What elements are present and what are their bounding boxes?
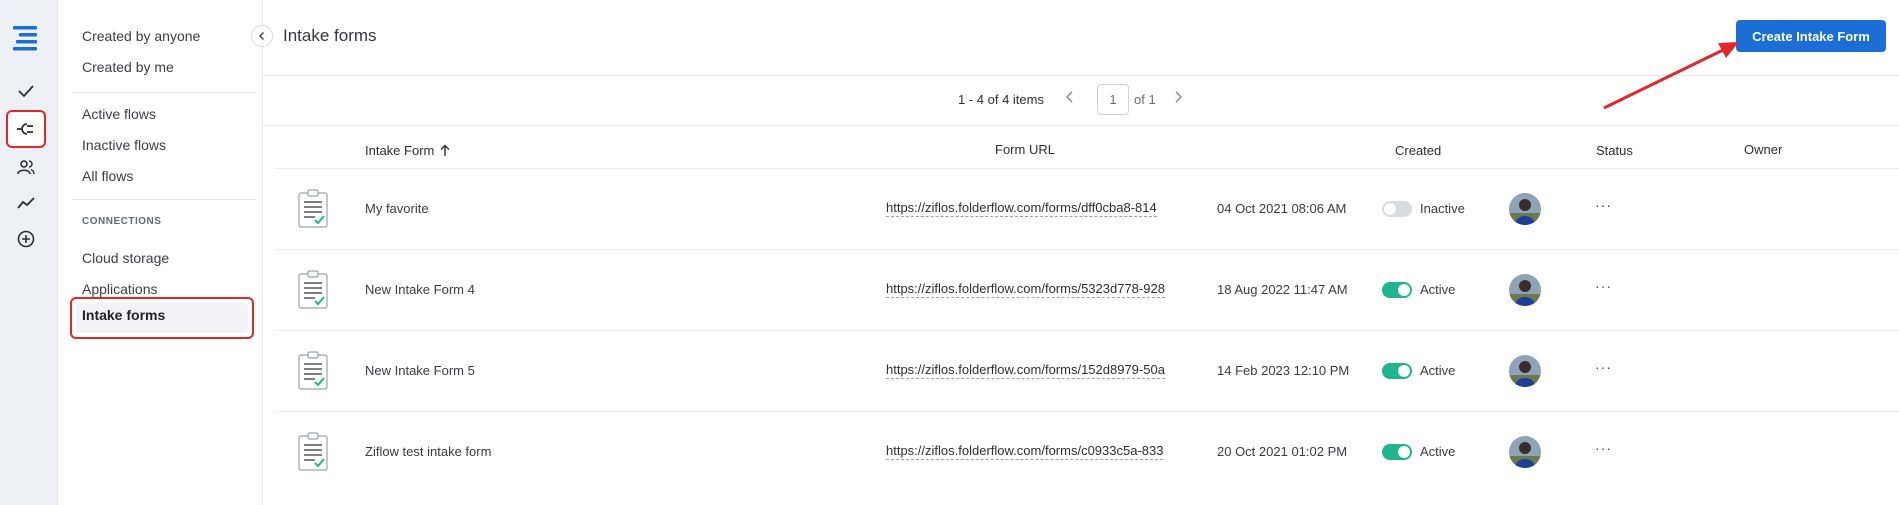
chevron-right-icon[interactable] xyxy=(1172,90,1184,109)
main-content: Intake forms Create Intake Form 1 - 4 of… xyxy=(263,0,1899,505)
clipboard-form-icon xyxy=(297,351,329,396)
nav-applications[interactable]: Applications xyxy=(82,281,158,297)
form-url-link[interactable]: https://ziflos.folderflow.com/forms/5323… xyxy=(886,281,1165,298)
clipboard-form-icon xyxy=(297,270,329,315)
chevron-left-icon[interactable] xyxy=(1064,90,1076,109)
owner-avatar[interactable] xyxy=(1509,436,1541,468)
nav-cloud-storage[interactable]: Cloud storage xyxy=(82,250,169,266)
owner-avatar[interactable] xyxy=(1509,355,1541,387)
column-header-status[interactable]: Status xyxy=(1596,143,1633,158)
toggle-knob xyxy=(1398,365,1410,377)
nav-inactive-flows[interactable]: Inactive flows xyxy=(82,137,166,153)
clipboard-form-icon xyxy=(297,189,329,234)
nav-all-flows[interactable]: All flows xyxy=(82,168,133,184)
menu-logo-icon[interactable] xyxy=(13,24,39,52)
icon-rail xyxy=(0,0,58,505)
toggle-knob xyxy=(1398,284,1410,296)
status-toggle[interactable] xyxy=(1382,201,1412,217)
nav-intake-forms[interactable]: Intake forms xyxy=(70,297,254,339)
more-actions-button[interactable]: ··· xyxy=(1595,359,1612,375)
sort-ascending-icon xyxy=(440,144,450,156)
create-intake-form-button[interactable]: Create Intake Form xyxy=(1736,20,1886,52)
pagination: 1 - 4 of 4 items 1 of 1 xyxy=(263,84,1899,115)
form-name[interactable]: New Intake Form 4 xyxy=(365,282,475,297)
form-url-link[interactable]: https://ziflos.folderflow.com/forms/dff0… xyxy=(886,200,1157,217)
column-header-owner[interactable]: Owner xyxy=(1744,142,1782,157)
page-title: Intake forms xyxy=(283,26,377,45)
page-number-input[interactable]: 1 xyxy=(1097,84,1129,115)
column-header-form-url[interactable]: Form URL xyxy=(995,142,1055,157)
plug-icon[interactable] xyxy=(6,110,46,148)
created-date: 20 Oct 2021 01:02 PM xyxy=(1217,444,1348,459)
table-row[interactable]: Ziflow test intake form https://ziflos.f… xyxy=(275,411,1899,492)
side-navigation: Created by anyone Created by me Active f… xyxy=(58,0,263,505)
status-label: Active xyxy=(1420,444,1456,459)
add-circle-icon[interactable] xyxy=(8,222,44,256)
users-icon[interactable] xyxy=(8,150,44,184)
status-label: Active xyxy=(1420,363,1456,378)
nav-active-flows[interactable]: Active flows xyxy=(82,106,156,122)
created-date: 04 Oct 2021 08:06 AM xyxy=(1217,201,1347,216)
owner-avatar[interactable] xyxy=(1509,274,1541,306)
created-date: 18 Aug 2022 11:47 AM xyxy=(1217,282,1348,297)
clipboard-form-icon xyxy=(297,432,329,477)
check-icon[interactable] xyxy=(8,74,44,108)
form-url-link[interactable]: https://ziflos.folderflow.com/forms/152d… xyxy=(886,362,1165,379)
nav-divider xyxy=(72,199,255,200)
more-actions-button[interactable]: ··· xyxy=(1595,278,1612,294)
form-url-link[interactable]: https://ziflos.folderflow.com/forms/c093… xyxy=(886,443,1164,460)
connections-heading: CONNECTIONS xyxy=(82,216,162,227)
nav-divider xyxy=(72,92,255,93)
toggle-knob xyxy=(1384,203,1396,215)
app-window: Created by anyone Created by me Active f… xyxy=(0,0,1899,505)
owner-avatar[interactable] xyxy=(1509,193,1541,225)
column-header-created[interactable]: Created xyxy=(1395,143,1441,158)
header-divider xyxy=(263,75,1899,76)
created-date: 14 Feb 2023 12:10 PM xyxy=(1217,363,1350,378)
nav-intake-forms-label: Intake forms xyxy=(82,307,166,323)
pagination-total: of 1 xyxy=(1134,92,1156,107)
form-name[interactable]: New Intake Form 5 xyxy=(365,363,475,378)
status-toggle[interactable] xyxy=(1382,444,1412,460)
status-toggle[interactable] xyxy=(1382,363,1412,379)
toggle-knob xyxy=(1398,446,1410,458)
more-actions-button[interactable]: ··· xyxy=(1595,197,1612,213)
nav-created-by-me[interactable]: Created by me xyxy=(82,59,174,75)
nav-created-by-anyone[interactable]: Created by anyone xyxy=(82,28,200,44)
status-label: Inactive xyxy=(1420,201,1465,216)
column-intake-form-label: Intake Form xyxy=(365,143,435,158)
pagination-range: 1 - 4 of 4 items xyxy=(958,92,1044,107)
column-header-intake-form[interactable]: Intake Form xyxy=(365,143,450,158)
table-row[interactable]: New Intake Form 5 https://ziflos.folderf… xyxy=(275,330,1899,411)
form-name[interactable]: Ziflow test intake form xyxy=(365,444,491,459)
table-row[interactable]: New Intake Form 4 https://ziflos.folderf… xyxy=(275,249,1899,330)
more-actions-button[interactable]: ··· xyxy=(1595,440,1612,456)
table-row[interactable]: My favorite https://ziflos.folderflow.co… xyxy=(275,168,1899,249)
trend-icon[interactable] xyxy=(8,186,44,220)
pager-divider xyxy=(263,125,1899,126)
status-toggle[interactable] xyxy=(1382,282,1412,298)
form-name[interactable]: My favorite xyxy=(365,201,429,216)
status-label: Active xyxy=(1420,282,1456,297)
